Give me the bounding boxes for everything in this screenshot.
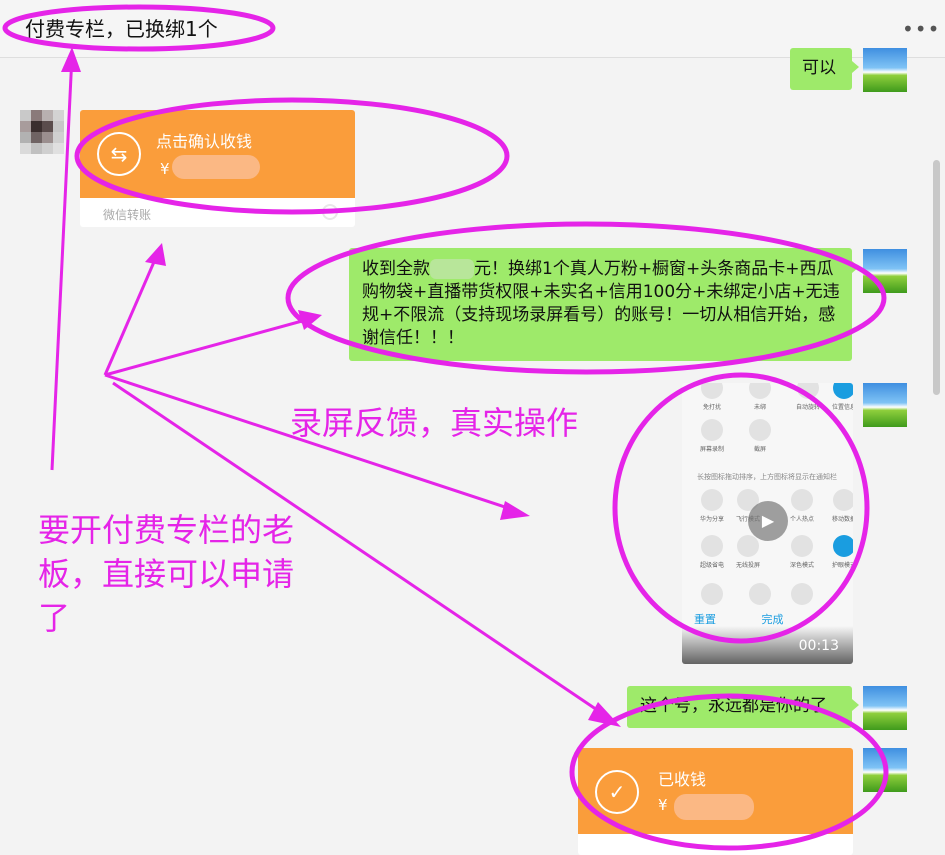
message-text: 这个号，永远都是你的了 [640,696,827,716]
check-circle-icon: ✓ [595,770,639,814]
arrowhead-message [298,310,322,330]
video-message[interactable]: 免打扰 未绑 自动旋转 位置信息 屏幕录制 截屏 华为分享 飞行模式 个人热点 … [682,383,853,664]
avatar[interactable] [863,249,907,293]
annotation-boss: 要开付费专栏的老板，直接可以申请了 [38,511,295,637]
arrowhead-received [588,702,621,727]
avatar[interactable] [863,686,907,730]
scrollbar-thumb[interactable] [933,160,940,395]
message-bubble[interactable]: 这个号，永远都是你的了 [627,686,859,728]
transfer-currency: ¥ [658,796,668,814]
amount-mask [674,794,754,820]
transfer-card-outgoing[interactable]: ✓ 已收钱 ¥ [578,748,853,855]
transfer-currency: ¥ [160,160,170,178]
chat-title: 付费专栏，已换绑1个 [25,17,218,41]
more-dots-icon[interactable]: ••• [902,17,940,41]
arrow-line-transfer [103,254,159,376]
avatar[interactable] [20,110,64,154]
chat-window: 付费专栏，已换绑1个 ••• 可以 ⇆ 点击确认收钱 ¥ 微信转账 收到全款 元！… [0,0,945,855]
avatar[interactable] [863,48,907,92]
transfer-footer: 微信转账 [103,208,152,222]
arrowhead-video [500,501,530,520]
transfer-arrows-icon: ⇆ [97,132,141,176]
transfer-label: 点击确认收钱 [156,132,253,151]
avatar[interactable] [863,383,907,427]
wechat-pay-icon [322,204,338,220]
message-text: 收到全款 元！换绑1个真人万粉+橱窗+头条商品卡+西瓜购物袋+直播带货权限+未实名… [362,259,840,348]
video-duration: 00:13 [798,638,839,654]
transfer-label: 已收钱 [658,770,707,789]
message-text: 可以 [802,58,836,78]
arrow-line-message [104,316,314,377]
arrowhead-transfer [145,243,166,266]
amount-mask [430,259,474,279]
amount-mask [172,155,260,179]
message-bubble[interactable]: 可以 [790,48,859,90]
transfer-card-incoming[interactable]: ⇆ 点击确认收钱 ¥ 微信转账 [80,110,355,227]
avatar[interactable] [863,748,907,792]
annotation-screen-recording: 录屏反馈，真实操作 [290,404,579,442]
message-bubble[interactable]: 收到全款 元！换绑1个真人万粉+橱窗+头条商品卡+西瓜购物袋+直播带货权限+未实名… [349,248,859,361]
play-icon[interactable]: ▶ [748,501,788,541]
